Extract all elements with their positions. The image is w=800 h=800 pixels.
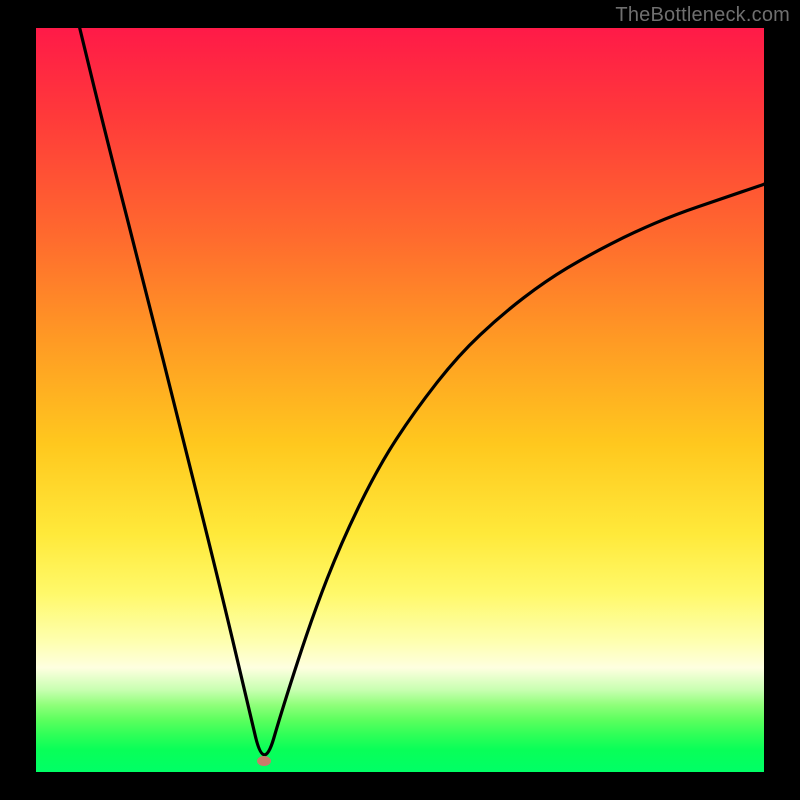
chart-frame: TheBottleneck.com — [0, 0, 800, 800]
optimum-marker — [257, 756, 271, 766]
bottleneck-curve — [36, 28, 764, 772]
watermark-text: TheBottleneck.com — [615, 4, 790, 27]
plot-area — [36, 28, 764, 772]
